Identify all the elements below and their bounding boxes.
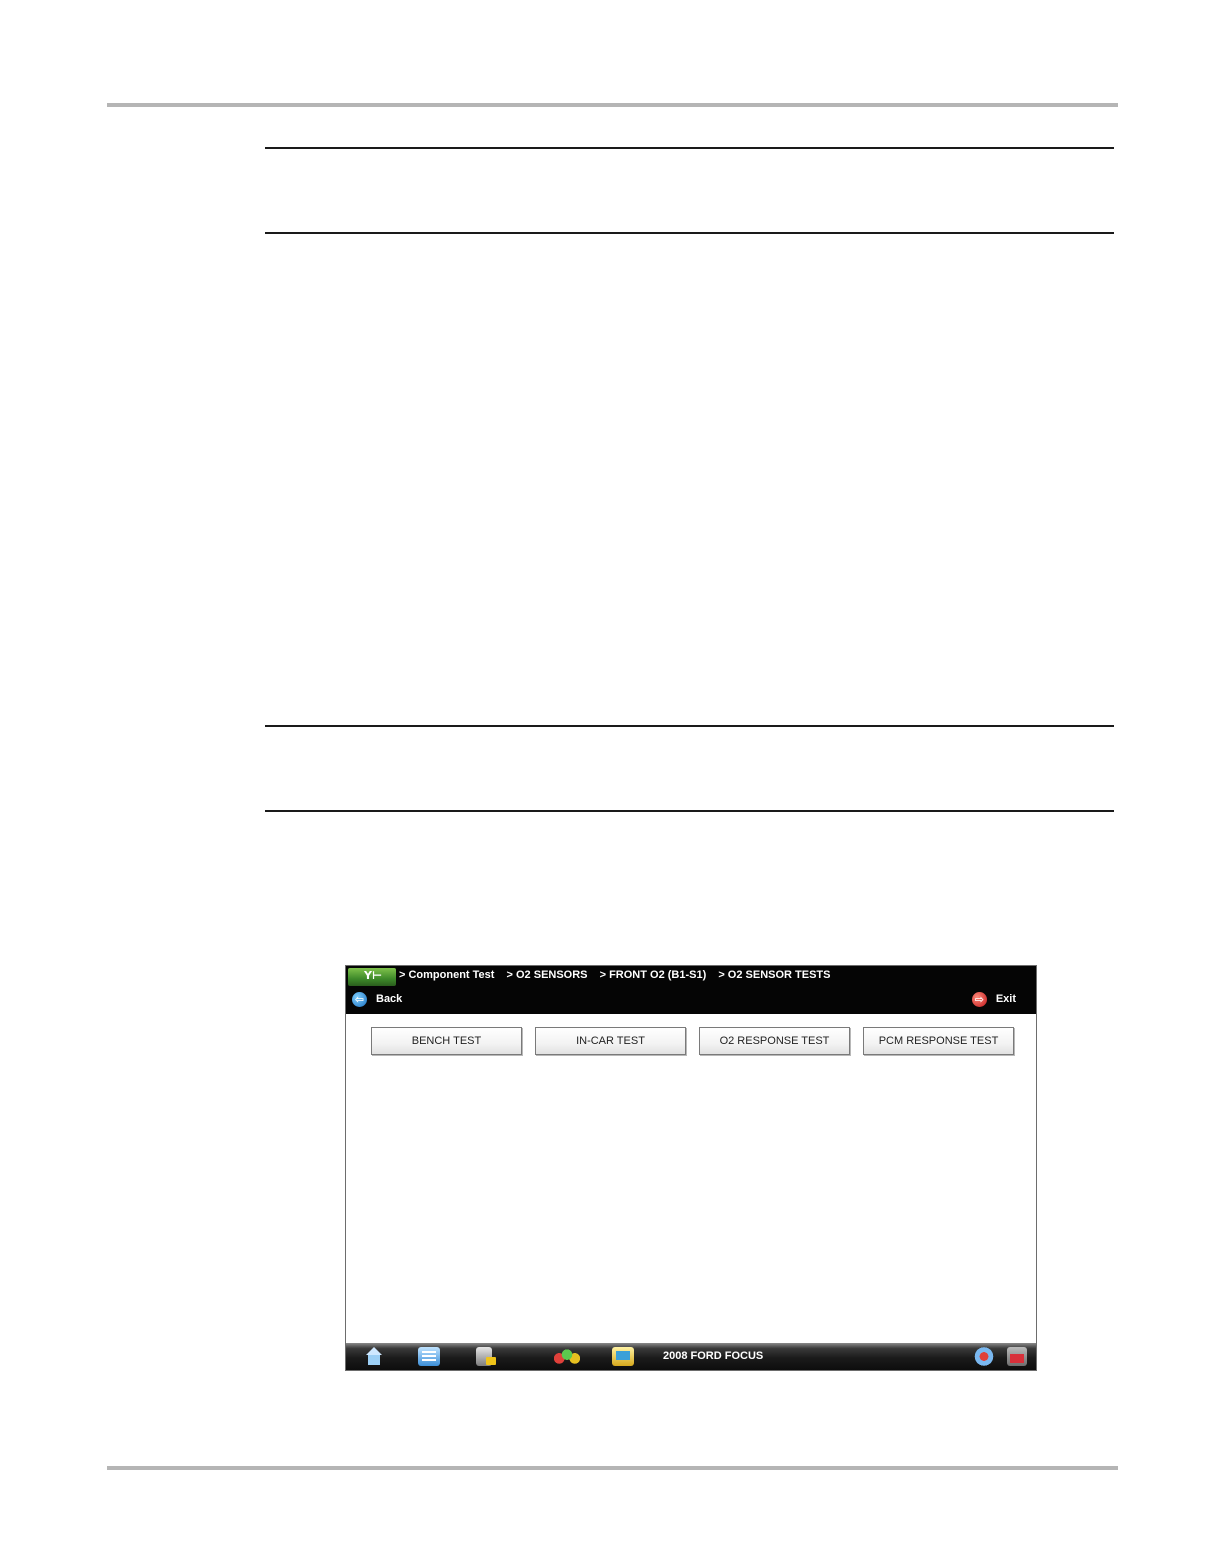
exit-label: Exit bbox=[995, 993, 1016, 1005]
title-bar: Y⊢ > Component Test > O2 SENSORS > FRONT… bbox=[346, 966, 1036, 1014]
data-icon[interactable] bbox=[612, 1347, 634, 1366]
back-arrow-icon: ⇦ bbox=[352, 991, 367, 1007]
o2-response-test-button[interactable]: O2 RESPONSE TEST bbox=[699, 1027, 850, 1055]
scan-tool-screenshot: Y⊢ > Component Test > O2 SENSORS > FRONT… bbox=[345, 965, 1037, 1371]
note-top-rule bbox=[265, 725, 1114, 727]
page-footer-rule bbox=[107, 1466, 1118, 1470]
home-icon[interactable] bbox=[363, 1347, 385, 1366]
people-icon[interactable] bbox=[554, 1347, 580, 1366]
breadcrumb: > Component Test > O2 SENSORS > FRONT O2… bbox=[399, 969, 839, 981]
battery-icon[interactable] bbox=[1007, 1347, 1027, 1366]
page-header-rule bbox=[107, 103, 1118, 107]
note-bottom-rule bbox=[265, 232, 1114, 234]
breadcrumb-item[interactable]: > Component Test bbox=[399, 969, 494, 981]
test-button-row: BENCH TEST IN-CAR TEST O2 RESPONSE TEST … bbox=[371, 1027, 1016, 1055]
in-car-test-button[interactable]: IN-CAR TEST bbox=[535, 1027, 686, 1055]
vehicle-label: 2008 FORD FOCUS bbox=[663, 1350, 764, 1362]
exit-button[interactable]: ⇨ Exit bbox=[971, 990, 1016, 1008]
note-top-rule bbox=[265, 147, 1114, 149]
list-icon[interactable] bbox=[418, 1347, 440, 1366]
bench-test-button[interactable]: BENCH TEST bbox=[371, 1027, 522, 1055]
app-logo-icon[interactable]: Y⊢ bbox=[348, 968, 396, 986]
note-bottom-rule bbox=[265, 810, 1114, 812]
bottom-toolbar: 2008 FORD FOCUS bbox=[346, 1343, 1036, 1370]
breadcrumb-item[interactable]: > O2 SENSOR TESTS bbox=[718, 969, 830, 981]
back-label: Back bbox=[376, 993, 403, 1005]
connect-icon[interactable] bbox=[972, 1347, 996, 1366]
exit-arrow-icon: ⇨ bbox=[971, 991, 987, 1007]
breadcrumb-item[interactable]: > FRONT O2 (B1-S1) bbox=[600, 969, 707, 981]
pcm-response-test-button[interactable]: PCM RESPONSE TEST bbox=[863, 1027, 1014, 1055]
breadcrumb-item[interactable]: > O2 SENSORS bbox=[507, 969, 588, 981]
back-button[interactable]: ⇦ Back bbox=[352, 990, 402, 1008]
tools-icon[interactable] bbox=[476, 1347, 496, 1366]
